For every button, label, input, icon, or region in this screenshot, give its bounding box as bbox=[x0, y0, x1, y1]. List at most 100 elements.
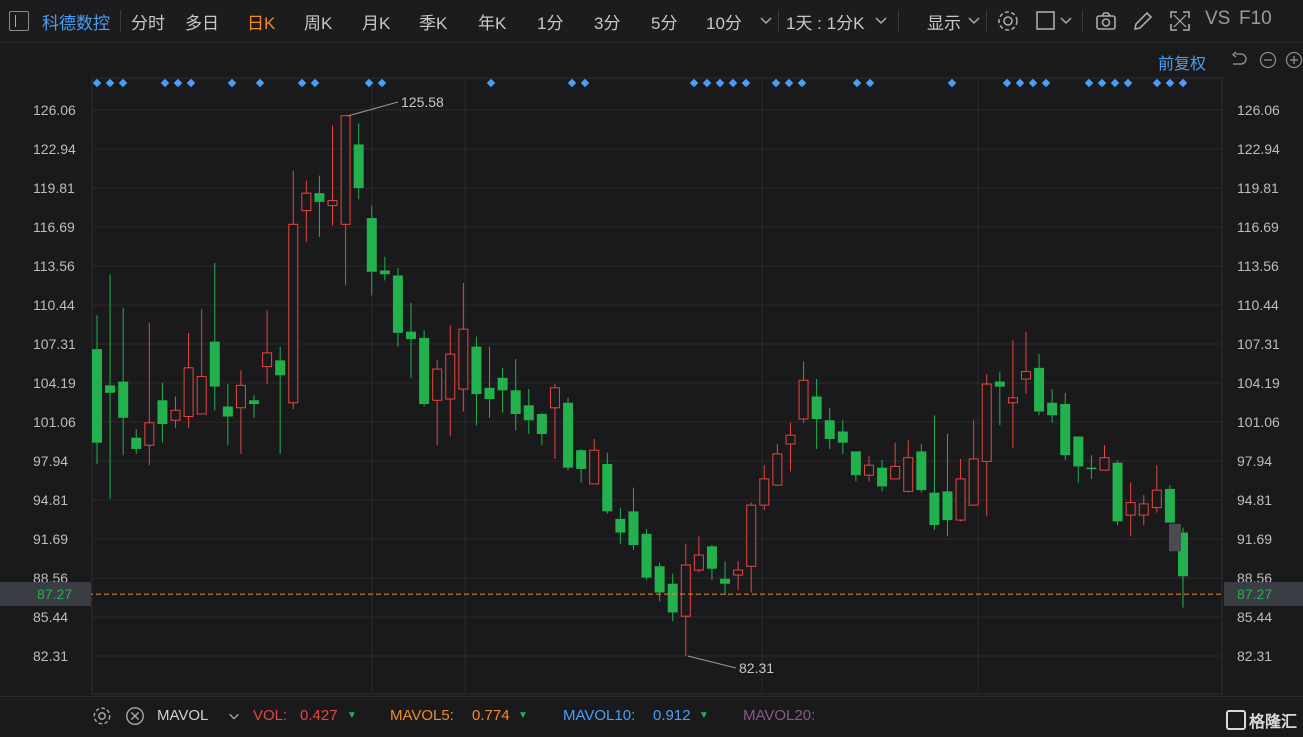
y-tick-label-right: 97.94 bbox=[1237, 453, 1272, 469]
chevron-down-icon[interactable] bbox=[966, 12, 982, 28]
y-tick-label-right: 116.69 bbox=[1237, 219, 1279, 235]
candle-body-down bbox=[118, 381, 129, 418]
candle-body-up bbox=[746, 504, 757, 567]
event-marker-icon bbox=[702, 78, 712, 88]
vol-value: 0.427 bbox=[300, 707, 338, 724]
candle-body-down bbox=[929, 492, 940, 526]
indicator-select[interactable]: MAVOL bbox=[157, 707, 208, 724]
plot-frame bbox=[91, 77, 1223, 695]
event-marker-icon bbox=[227, 78, 237, 88]
stock-code-box[interactable] bbox=[9, 11, 29, 31]
toolbar-divider bbox=[986, 10, 987, 32]
candle-body-up bbox=[589, 449, 600, 485]
candle-body-up bbox=[968, 458, 979, 506]
chevron-down-icon[interactable] bbox=[1058, 12, 1074, 28]
y-tick-label-left: 82.31 bbox=[33, 648, 68, 664]
y-tick-label-right: 107.31 bbox=[1237, 336, 1280, 352]
interval-select[interactable]: 1天 : 1分K bbox=[786, 9, 864, 34]
y-tick-label-left: 97.94 bbox=[33, 453, 68, 469]
event-marker-icon bbox=[1002, 78, 1012, 88]
event-marker-icon bbox=[1084, 78, 1094, 88]
tab-yearly-k[interactable]: 年K bbox=[478, 9, 506, 34]
candle-body-down bbox=[641, 533, 652, 578]
y-tick-label-left: 94.81 bbox=[33, 492, 68, 508]
chevron-down-icon[interactable] bbox=[758, 12, 774, 28]
tab-daily-k[interactable]: 日K bbox=[247, 9, 275, 34]
chevron-down-icon[interactable] bbox=[227, 709, 241, 723]
chevron-down-icon[interactable] bbox=[873, 12, 889, 28]
candle-body-down bbox=[811, 396, 822, 420]
candle-body-down bbox=[628, 511, 639, 546]
tab-3min[interactable]: 3分 bbox=[594, 9, 620, 34]
candle-body-down bbox=[131, 437, 142, 449]
mavol20-label: MAVOL20: bbox=[743, 707, 816, 724]
y-tick-label-left: 113.56 bbox=[33, 258, 75, 274]
kline-chart[interactable]: 126.06 126.06 122.94 122.94 119.81 119.81 116.… bbox=[0, 42, 1303, 696]
fullscreen-icon[interactable] bbox=[1168, 9, 1192, 33]
candle-body-down bbox=[837, 431, 848, 443]
candle-body-up bbox=[890, 465, 901, 480]
candle-body-down bbox=[379, 270, 390, 275]
candle-body-up bbox=[759, 478, 770, 506]
y-tick-label-right: 91.69 bbox=[1237, 531, 1272, 547]
candle-body-down bbox=[523, 405, 534, 421]
y-tick-label-left: 122.94 bbox=[33, 141, 76, 157]
event-marker-icon bbox=[186, 78, 196, 88]
candle-body-down bbox=[877, 467, 888, 487]
logo-mark-icon bbox=[1226, 710, 1246, 730]
layout-icon[interactable] bbox=[1034, 9, 1058, 33]
y-tick-label-right: 104.19 bbox=[1237, 375, 1280, 391]
event-marker-icon bbox=[947, 78, 957, 88]
candle-body-down bbox=[602, 463, 613, 512]
max-price-label: 125.58 bbox=[401, 94, 444, 110]
tab-monthly-k[interactable]: 月K bbox=[362, 9, 390, 34]
mavol5-value: 0.774 bbox=[472, 707, 510, 724]
toolbar-divider bbox=[120, 10, 121, 32]
tab-multi-day[interactable]: 多日 bbox=[185, 9, 219, 34]
tab-5min[interactable]: 5分 bbox=[651, 9, 677, 34]
candle-body-down bbox=[249, 400, 260, 405]
candle-body-up bbox=[863, 464, 874, 476]
candle-body-down bbox=[1112, 462, 1123, 522]
candle-body-down bbox=[1164, 488, 1175, 523]
candle-body-up bbox=[1099, 457, 1110, 471]
vs-button[interactable]: VS bbox=[1205, 8, 1230, 30]
candle-body-up bbox=[288, 223, 299, 404]
candle-body-down bbox=[654, 566, 665, 593]
min-price-label: 82.31 bbox=[739, 660, 774, 676]
current-price-label-right: 87.27 bbox=[1237, 586, 1272, 602]
candle-body-up bbox=[445, 353, 456, 400]
y-tick-label-right: 126.06 bbox=[1237, 102, 1280, 118]
pencil-icon[interactable] bbox=[1131, 9, 1155, 33]
vol-label: VOL: bbox=[253, 707, 288, 724]
event-marker-icon bbox=[741, 78, 751, 88]
tab-10min[interactable]: 10分 bbox=[706, 9, 742, 34]
f10-button[interactable]: F10 bbox=[1239, 8, 1272, 30]
camera-icon[interactable] bbox=[1094, 9, 1118, 33]
event-marker-icon bbox=[771, 78, 781, 88]
gear-icon[interactable] bbox=[996, 9, 1020, 33]
stock-name[interactable]: 科德数控 bbox=[42, 9, 110, 34]
candle-body-down bbox=[419, 337, 430, 405]
candle-body-down bbox=[916, 451, 927, 491]
candle-body-up bbox=[903, 457, 914, 492]
tab-1min[interactable]: 1分 bbox=[537, 9, 563, 34]
gear-icon[interactable] bbox=[91, 705, 113, 727]
candle-body-up bbox=[680, 564, 691, 617]
tab-intraday[interactable]: 分时 bbox=[131, 9, 165, 34]
candle-body-up bbox=[432, 368, 443, 401]
event-marker-icon bbox=[567, 78, 577, 88]
candle-body-down bbox=[275, 360, 286, 376]
candle-body-up bbox=[196, 376, 207, 415]
y-tick-label-left: 126.06 bbox=[33, 102, 76, 118]
y-tick-label-right: 94.81 bbox=[1237, 492, 1272, 508]
close-icon[interactable] bbox=[124, 705, 146, 727]
tab-quarterly-k[interactable]: 季K bbox=[419, 9, 447, 34]
display-menu[interactable]: 显示 bbox=[927, 9, 961, 34]
candle-body-up bbox=[1020, 371, 1031, 380]
logo-text: 格隆汇 bbox=[1249, 714, 1298, 731]
tab-weekly-k[interactable]: 周K bbox=[304, 9, 332, 34]
event-marker-icon bbox=[728, 78, 738, 88]
candle-body-down bbox=[406, 331, 417, 340]
event-marker-icon bbox=[105, 78, 115, 88]
